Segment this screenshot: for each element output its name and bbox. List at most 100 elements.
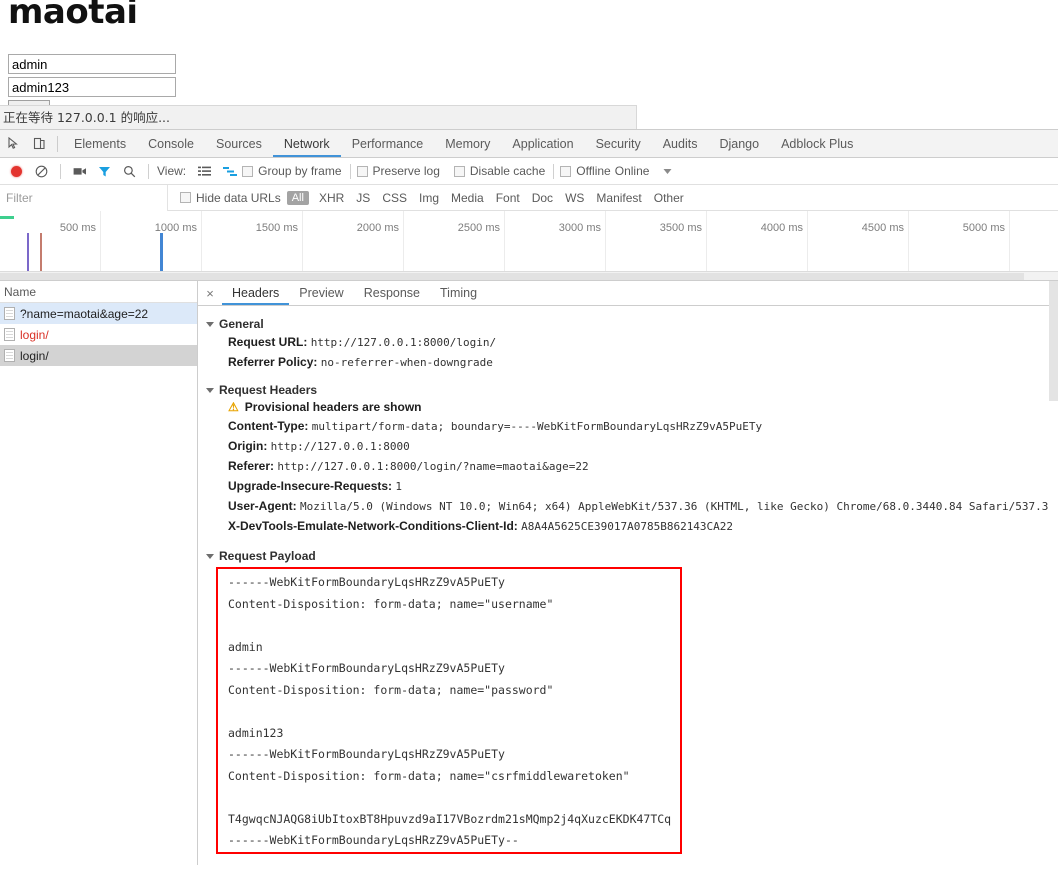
tab-security[interactable]: Security xyxy=(585,130,652,157)
payload-line xyxy=(228,615,680,637)
hide-data-urls-checkbox[interactable]: Hide data URLs xyxy=(180,191,281,205)
payload-line: ------WebKitFormBoundaryLqsHRzZ9vA5PuETy xyxy=(228,747,505,761)
request-row-0[interactable]: ?name=maotai&age=22 xyxy=(0,303,197,324)
payload-line: admin xyxy=(228,639,263,654)
request-name: login/ xyxy=(20,327,49,342)
network-split: Name ?name=maotai&age=22 login/ login/ × xyxy=(0,281,1058,865)
filter-type-all[interactable]: All xyxy=(286,190,309,205)
record-button[interactable] xyxy=(4,159,29,184)
request-headers-section-toggle[interactable]: Request Headers xyxy=(206,383,1058,397)
overview-request-bar xyxy=(0,216,14,219)
screenshot-root: maotai 提交 正在等待 127.0.0.1 的响应... Elements… xyxy=(0,0,1058,877)
chevron-down-icon[interactable] xyxy=(655,159,680,184)
page-title: maotai xyxy=(8,0,138,32)
filter-type-img[interactable]: Img xyxy=(413,191,445,205)
network-overview-timeline[interactable]: 500 ms 1000 ms 1500 ms 2000 ms 2500 ms 3… xyxy=(0,211,1058,281)
username-input[interactable] xyxy=(8,54,176,74)
preserve-log-checkbox[interactable]: Preserve log xyxy=(356,164,440,178)
request-payload-section-title: Request Payload xyxy=(219,549,316,563)
toolbar-divider-2 xyxy=(148,163,149,179)
payload-line: ------WebKitFormBoundaryLqsHRzZ9vA5PuETy… xyxy=(228,833,519,847)
overview-scrollbar[interactable] xyxy=(0,271,1058,280)
tab-performance[interactable]: Performance xyxy=(341,130,435,157)
list-view-icon[interactable] xyxy=(192,159,217,184)
filter-type-other[interactable]: Other xyxy=(648,191,690,205)
timeline-tick-label: 2500 ms xyxy=(457,222,500,234)
payload-line xyxy=(228,701,680,723)
capture-screenshots-icon[interactable] xyxy=(67,159,92,184)
waterfall-view-icon[interactable] xyxy=(217,159,242,184)
payload-line: T4gwqcNJAQG8iUbItoxBT8Hpuvzd9aI17VBozrdm… xyxy=(228,811,672,826)
payload-line: Content-Disposition: form-data; name="pa… xyxy=(228,682,554,697)
detail-tab-timing[interactable]: Timing xyxy=(430,281,487,305)
close-icon[interactable]: × xyxy=(198,286,222,301)
filter-input[interactable] xyxy=(0,184,168,211)
filter-type-css[interactable]: CSS xyxy=(376,191,413,205)
headers-content: General Request URL: http://127.0.0.1:80… xyxy=(198,306,1058,854)
password-input[interactable] xyxy=(8,77,176,97)
detail-scrollbar-thumb[interactable] xyxy=(1049,281,1058,401)
disable-cache-checkbox[interactable]: Disable cache xyxy=(453,164,545,178)
header-key: X-DevTools-Emulate-Network-Conditions-Cl… xyxy=(228,519,518,533)
header-row-content-type: Content-Type: multipart/form-data; bound… xyxy=(228,418,1058,435)
filter-type-media[interactable]: Media xyxy=(445,191,490,205)
tab-django[interactable]: Django xyxy=(708,130,770,157)
throttling-value[interactable]: Online xyxy=(615,164,650,178)
detail-tab-headers[interactable]: Headers xyxy=(222,281,290,305)
filter-icon[interactable] xyxy=(92,159,117,184)
search-icon[interactable] xyxy=(117,159,142,184)
tab-elements[interactable]: Elements xyxy=(63,130,137,157)
detail-scrollbar[interactable] xyxy=(1049,281,1058,865)
detail-tab-response[interactable]: Response xyxy=(354,281,430,305)
header-key: Referer: xyxy=(228,459,275,473)
header-value: 1 xyxy=(395,480,403,493)
document-icon xyxy=(4,328,15,341)
checkbox-box xyxy=(356,165,368,177)
timeline-tick-label: 2000 ms xyxy=(356,222,399,234)
overview-scrollbar-thumb[interactable] xyxy=(0,273,1024,280)
timeline-tick-label: 4000 ms xyxy=(760,222,803,234)
detail-tab-preview[interactable]: Preview xyxy=(289,281,353,305)
document-icon xyxy=(4,349,15,362)
tab-adblock-plus[interactable]: Adblock Plus xyxy=(770,130,864,157)
filter-type-doc[interactable]: Doc xyxy=(526,191,559,205)
request-payload-highlight-box: ------WebKitFormBoundaryLqsHRzZ9vA5PuETy… xyxy=(216,567,682,854)
tab-sources[interactable]: Sources xyxy=(205,130,273,157)
group-by-frame-label: Group by frame xyxy=(258,164,342,178)
group-by-frame-checkbox[interactable]: Group by frame xyxy=(242,164,342,178)
toggle-device-toolbar-icon[interactable] xyxy=(26,131,52,157)
request-list: Name ?name=maotai&age=22 login/ login/ xyxy=(0,281,198,865)
offline-checkbox[interactable]: Offline xyxy=(560,164,611,178)
devtools-panel: Elements Console Sources Network Perform… xyxy=(0,129,1058,877)
general-section-toggle[interactable]: General xyxy=(206,317,1058,331)
payload-line: Content-Disposition: form-data; name="cs… xyxy=(228,768,630,783)
request-row-1[interactable]: login/ xyxy=(0,324,197,345)
filter-type-font[interactable]: Font xyxy=(490,191,526,205)
warning-text: Provisional headers are shown xyxy=(244,400,422,414)
inspect-element-icon[interactable] xyxy=(0,131,26,157)
header-value: no-referrer-when-downgrade xyxy=(320,356,493,369)
tab-audits[interactable]: Audits xyxy=(652,130,709,157)
header-key: Request URL: xyxy=(228,335,308,349)
request-list-header[interactable]: Name xyxy=(0,281,197,303)
tab-console[interactable]: Console xyxy=(137,130,205,157)
timeline-tick-label: 4500 ms xyxy=(861,222,904,234)
payload-line xyxy=(228,787,680,809)
filter-type-ws[interactable]: WS xyxy=(559,191,590,205)
tab-network[interactable]: Network xyxy=(272,130,341,157)
provisional-headers-warning: ⚠ Provisional headers are shown xyxy=(228,400,1058,414)
filter-type-js[interactable]: JS xyxy=(350,191,376,205)
tab-application[interactable]: Application xyxy=(501,130,584,157)
filter-type-manifest[interactable]: Manifest xyxy=(590,191,647,205)
payload-line: ------WebKitFormBoundaryLqsHRzZ9vA5PuETy xyxy=(228,575,505,589)
request-name: ?name=maotai&age=22 xyxy=(20,306,149,321)
header-value: Mozilla/5.0 (Windows NT 10.0; Win64; x64… xyxy=(300,500,1055,513)
tab-memory[interactable]: Memory xyxy=(434,130,501,157)
clear-icon[interactable] xyxy=(29,159,54,184)
filter-type-xhr[interactable]: XHR xyxy=(313,191,350,205)
header-key: Upgrade-Insecure-Requests: xyxy=(228,479,393,493)
timeline-tick-label: 5000 ms xyxy=(962,222,1005,234)
request-row-2[interactable]: login/ xyxy=(0,345,197,366)
header-row-devtools-client-id: X-DevTools-Emulate-Network-Conditions-Cl… xyxy=(228,518,1058,535)
request-payload-section-toggle[interactable]: Request Payload xyxy=(206,549,1058,563)
